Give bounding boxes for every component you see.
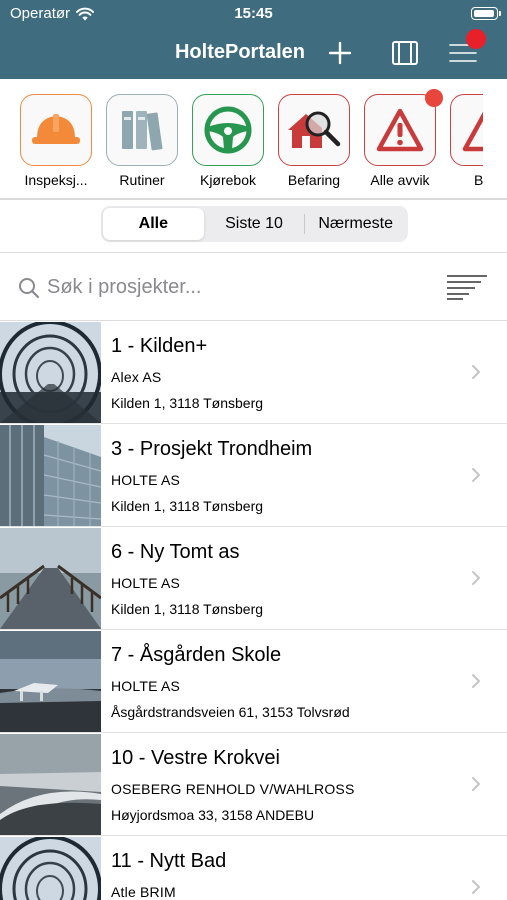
- binders-icon: [122, 111, 163, 151]
- project-company: HOLTE AS: [111, 678, 181, 694]
- project-row[interactable]: 7 - Åsgården Skole HOLTE AS Åsgårdstrand…: [0, 630, 507, 733]
- project-company: HOLTE AS: [111, 575, 181, 591]
- project-title: 10 - Vestre Krokvei: [111, 747, 280, 769]
- project-row[interactable]: 3 - Prosjekt Trondheim HOLTE AS Kilden 1…: [0, 424, 507, 527]
- book-icon: [392, 41, 418, 65]
- project-title: 1 - Kilden+: [111, 335, 208, 357]
- project-company: OSEBERG RENHOLD V/WAHLROSS: [111, 781, 355, 797]
- shortcut-alle-avvik[interactable]: Alle avvik: [364, 89, 443, 188]
- segment-all[interactable]: Alle: [103, 208, 204, 240]
- shortcut-befaring[interactable]: Befaring: [278, 94, 350, 188]
- shortcut-label: Befaring: [287, 172, 341, 188]
- project-title: 11 - Nytt Bad: [111, 850, 227, 872]
- sort-icon[interactable]: [446, 274, 488, 300]
- shortcut-label: Rutiner: [119, 172, 165, 188]
- chevron-right-icon: [472, 468, 480, 482]
- segment-last-10[interactable]: Siste 10: [204, 208, 305, 240]
- project-row[interactable]: 1 - Kilden+ Alex AS Kilden 1, 3118 Tønsb…: [0, 321, 507, 424]
- filter-bar: Alle Siste 10 Nærmeste: [0, 200, 507, 252]
- shortcut-label: Alle avvik: [370, 172, 430, 188]
- battery-icon: [471, 7, 501, 20]
- project-image: [0, 631, 101, 732]
- chevron-right-icon: [472, 571, 480, 585]
- project-title: 6 - Ny Tomt as: [111, 541, 240, 563]
- status-time: 15:45: [234, 5, 273, 22]
- shortcut-bar: Inspeksj... Rutiner Kjørebok Befaring Al…: [0, 79, 507, 199]
- project-image: [0, 528, 101, 629]
- project-address: Kilden 1, 3118 Tønsberg: [111, 395, 264, 411]
- project-address: Åsgårdstrandsveien 61, 3153 Tolvsrød: [111, 704, 350, 720]
- plus-icon: [328, 41, 352, 65]
- shortcut-rutiner[interactable]: Rutiner: [106, 94, 178, 188]
- project-image: [0, 322, 101, 423]
- project-row[interactable]: 10 - Vestre Krokvei OSEBERG RENHOLD V/WA…: [0, 733, 507, 836]
- search-icon: [19, 278, 40, 299]
- hard-hat-icon: [32, 114, 80, 144]
- book-button[interactable]: [388, 36, 422, 70]
- shortcut-tile: [106, 94, 178, 166]
- segment-nearest[interactable]: Nærmeste: [305, 208, 406, 240]
- project-company: Alex AS: [111, 369, 162, 385]
- notification-dot: [425, 89, 443, 107]
- chevron-right-icon: [472, 365, 480, 379]
- shortcut-label: Inspeksj...: [24, 172, 88, 188]
- shortcut-tile: [20, 94, 92, 166]
- chevron-right-icon: [472, 880, 480, 894]
- house-magnifier-icon: [288, 111, 341, 148]
- project-address: Høyjordsmoa 33, 3158 ANDEBU: [111, 807, 315, 823]
- project-row[interactable]: 6 - Ny Tomt as HOLTE AS Kilden 1, 3118 T…: [0, 527, 507, 630]
- project-image: [0, 425, 101, 526]
- chevron-right-icon: [472, 674, 480, 688]
- status-bar: Operatør 15:45: [0, 5, 507, 25]
- segmented-control: Alle Siste 10 Nærmeste: [101, 206, 408, 242]
- search-bar: [0, 253, 507, 320]
- project-title: 3 - Prosjekt Trondheim: [111, 438, 313, 460]
- project-address: Kilden 1, 3118 Tønsberg: [111, 601, 264, 617]
- notification-dot: [466, 29, 486, 49]
- shortcut-kjorebok[interactable]: Kjørebok: [192, 94, 264, 188]
- project-image: [0, 734, 101, 835]
- shortcut-inspeksjon[interactable]: Inspeksj...: [20, 94, 92, 188]
- scroll-clip: [483, 79, 507, 199]
- steering-wheel-icon: [204, 106, 252, 154]
- project-address: Kilden 1, 3118 Tønsberg: [111, 498, 264, 514]
- shortcut-tile: [278, 94, 350, 166]
- warning-icon: [376, 108, 424, 152]
- search-input[interactable]: [47, 273, 407, 301]
- shortcut-tile: [192, 94, 264, 166]
- project-company: Atle BRIM: [111, 884, 176, 900]
- page-title: HoltePortalen: [174, 41, 306, 63]
- chevron-right-icon: [472, 777, 480, 791]
- shortcut-tile: [364, 89, 443, 166]
- project-list: 1 - Kilden+ Alex AS Kilden 1, 3118 Tønsb…: [0, 321, 507, 900]
- project-company: HOLTE AS: [111, 472, 181, 488]
- shortcut-label: Kjørebok: [199, 172, 257, 188]
- project-image: [0, 837, 101, 900]
- project-title: 7 - Åsgården Skole: [111, 644, 282, 666]
- navigation-header: Operatør 15:45 HoltePortalen: [0, 0, 507, 79]
- add-project-button[interactable]: [323, 36, 357, 70]
- project-row[interactable]: 11 - Nytt Bad Atle BRIM: [0, 836, 507, 900]
